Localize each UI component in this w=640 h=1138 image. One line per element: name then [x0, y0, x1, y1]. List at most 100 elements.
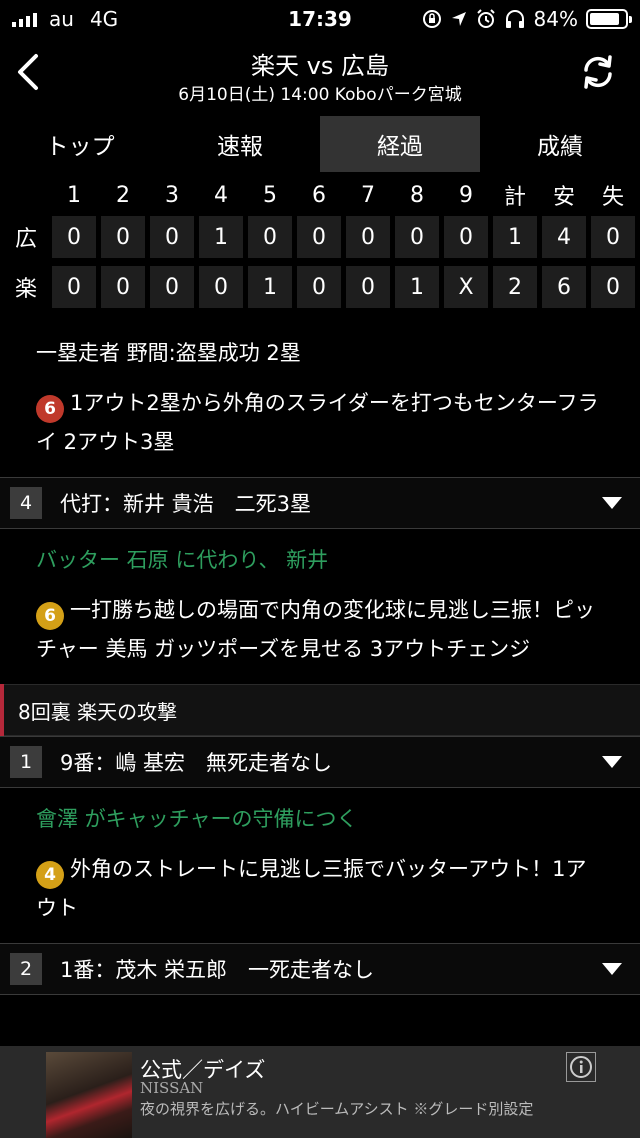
tab-progress[interactable]: 経過	[320, 116, 480, 172]
column-header: 7	[361, 182, 375, 208]
status-icons: 84%	[422, 7, 632, 31]
score-cell: 0	[395, 216, 439, 258]
batter-label: 1番：茂木 栄五郎 一死走者なし	[60, 958, 375, 982]
score-cell: 0	[52, 266, 96, 308]
column-header: 5	[263, 182, 277, 208]
scoreboard-row-away: 広 0 0 0 1 0 0 0 0 0 1 4 0	[0, 214, 640, 260]
pitch-count-badge: 6	[36, 395, 64, 423]
score-cell: 0	[101, 216, 145, 258]
play-by-play-feed: 一塁走者 野間:盗塁成功 2塁 6 1アウト2塁から外角のスライダーを打つもセンタ…	[0, 320, 640, 995]
play-text: 一打勝ち越しの場面で内角の変化球に見逃し三振！ピッチャー 美馬 ガッツポーズを見…	[36, 598, 595, 661]
battery-icon	[586, 9, 632, 29]
total-runs-cell: 1	[493, 216, 537, 258]
inning-label: 8回裏 楽天の攻撃	[18, 699, 178, 724]
caret-down-icon	[602, 756, 622, 768]
pitch-count-badge: 4	[36, 861, 64, 889]
errors-cell: 0	[591, 216, 635, 258]
ad-copy: 夜の視界を広げる。ハイビームアシスト ※グレード別設定	[140, 1100, 534, 1118]
inning-marker	[0, 684, 4, 736]
page-title: 楽天 vs 広島	[251, 52, 389, 80]
batter-row[interactable]: 1 9番：嶋 基宏 無死走者なし	[0, 736, 640, 788]
score-cell: 0	[150, 216, 194, 258]
info-icon	[570, 1056, 592, 1078]
hits-cell: 6	[542, 266, 586, 308]
score-cell: 0	[199, 266, 243, 308]
ad-brand: NISSAN	[140, 1079, 204, 1097]
score-cell: 0	[297, 266, 341, 308]
substitution-text: 會澤 がキャッチャーの守備につく	[36, 807, 358, 831]
tab-label: 経過	[377, 134, 423, 160]
play-entry: 4 外角のストレートに見逃し三振でバッターアウト！1アウト	[0, 844, 640, 933]
play-text: 外角のストレートに見逃し三振でバッターアウト！1アウト	[36, 857, 587, 920]
score-cell: 1	[248, 266, 292, 308]
ad-info-button[interactable]	[566, 1052, 596, 1082]
column-header: 8	[410, 182, 424, 208]
batter-order-badge: 1	[10, 746, 42, 778]
team-label: 広	[14, 227, 37, 252]
ad-banner[interactable]: 公式／デイズ NISSAN 夜の視界を広げる。ハイビームアシスト ※グレード別設…	[0, 1046, 640, 1138]
score-cell: 0	[346, 216, 390, 258]
column-header: 安	[552, 185, 575, 210]
batter-order-badge: 2	[10, 953, 42, 985]
refresh-button[interactable]	[578, 52, 618, 92]
play-entry: 6 一打勝ち越しの場面で内角の変化球に見逃し三振！ピッチャー 美馬 ガッツポーズを…	[0, 585, 640, 674]
alarm-icon	[476, 9, 495, 28]
score-cell: 1	[199, 216, 243, 258]
refresh-icon	[584, 55, 612, 89]
batter-order-badge: 4	[10, 487, 42, 519]
score-cell: 0	[248, 216, 292, 258]
team-label: 楽	[14, 277, 37, 302]
substitution-text: バッター 石原 に代わり、 新井	[36, 548, 329, 572]
inning-header: 8回裏 楽天の攻撃	[0, 684, 640, 736]
location-icon	[451, 12, 466, 26]
column-header: 2	[116, 182, 130, 208]
play-entry: 6 1アウト2塁から外角のスライダーを打つもセンターフライ 2アウト3塁	[0, 378, 640, 467]
batter-label: 代打：新井 貴浩 二死3塁	[60, 492, 312, 516]
score-cell: 0	[346, 266, 390, 308]
play-text: 一塁走者 野間:盗塁成功 2塁	[36, 341, 301, 365]
column-header: 9	[459, 182, 473, 208]
hits-cell: 4	[542, 216, 586, 258]
score-cell: 0	[297, 216, 341, 258]
game-header: 楽天 vs 広島 6月10日(土) 14:00 Koboパーク宮城	[0, 40, 640, 110]
caret-down-icon	[602, 963, 622, 975]
tab-label: 速報	[217, 134, 263, 160]
tab-label: トップ	[45, 134, 115, 160]
play-text: 1アウト2塁から外角のスライダーを打つもセンターフライ 2アウト3塁	[36, 391, 599, 454]
pitch-count-badge: 6	[36, 602, 64, 630]
batter-label: 9番：嶋 基宏 無死走者なし	[60, 751, 333, 775]
tab-top[interactable]: トップ	[0, 116, 160, 172]
scoreboard: 1 2 3 4 5 6 7 8 9 計 安 失 広 0 0 0 1 0 0 0 …	[0, 176, 640, 314]
errors-cell: 0	[591, 266, 635, 308]
score-cell: 0	[150, 266, 194, 308]
column-header: 1	[67, 182, 81, 208]
batter-row[interactable]: 2 1番：茂木 栄五郎 一死走者なし	[0, 943, 640, 995]
column-header: 計	[503, 185, 526, 210]
tab-stats[interactable]: 成績	[480, 116, 640, 172]
caret-down-icon	[602, 497, 622, 509]
column-header: 4	[214, 182, 228, 208]
column-header: 3	[165, 182, 179, 208]
score-cell: 0	[52, 216, 96, 258]
expand-toggle[interactable]	[592, 483, 632, 523]
battery-percent: 84%	[533, 7, 578, 31]
score-cell: 0	[101, 266, 145, 308]
expand-toggle[interactable]	[592, 949, 632, 989]
expand-toggle[interactable]	[592, 742, 632, 782]
column-header: 6	[312, 182, 326, 208]
score-cell: 0	[444, 216, 488, 258]
tab-live[interactable]: 速報	[160, 116, 320, 172]
batter-row[interactable]: 4 代打：新井 貴浩 二死3塁	[0, 477, 640, 529]
status-bar: au 4G 17:39 84%	[0, 0, 640, 40]
tab-label: 成績	[537, 134, 583, 160]
game-info: 6月10日(土) 14:00 Koboパーク宮城	[178, 85, 462, 105]
headphones-icon	[505, 10, 524, 28]
tab-bar: トップ 速報 経過 成績	[0, 116, 640, 172]
score-cell: X	[444, 266, 488, 308]
scoreboard-row-home: 楽 0 0 0 0 1 0 0 1 X 2 6 0	[0, 264, 640, 310]
ad-image[interactable]	[46, 1052, 132, 1138]
scoreboard-header: 1 2 3 4 5 6 7 8 9 計 安 失	[0, 176, 640, 214]
score-cell: 1	[395, 266, 439, 308]
lock-rotation-icon	[422, 10, 441, 28]
total-runs-cell: 2	[493, 266, 537, 308]
